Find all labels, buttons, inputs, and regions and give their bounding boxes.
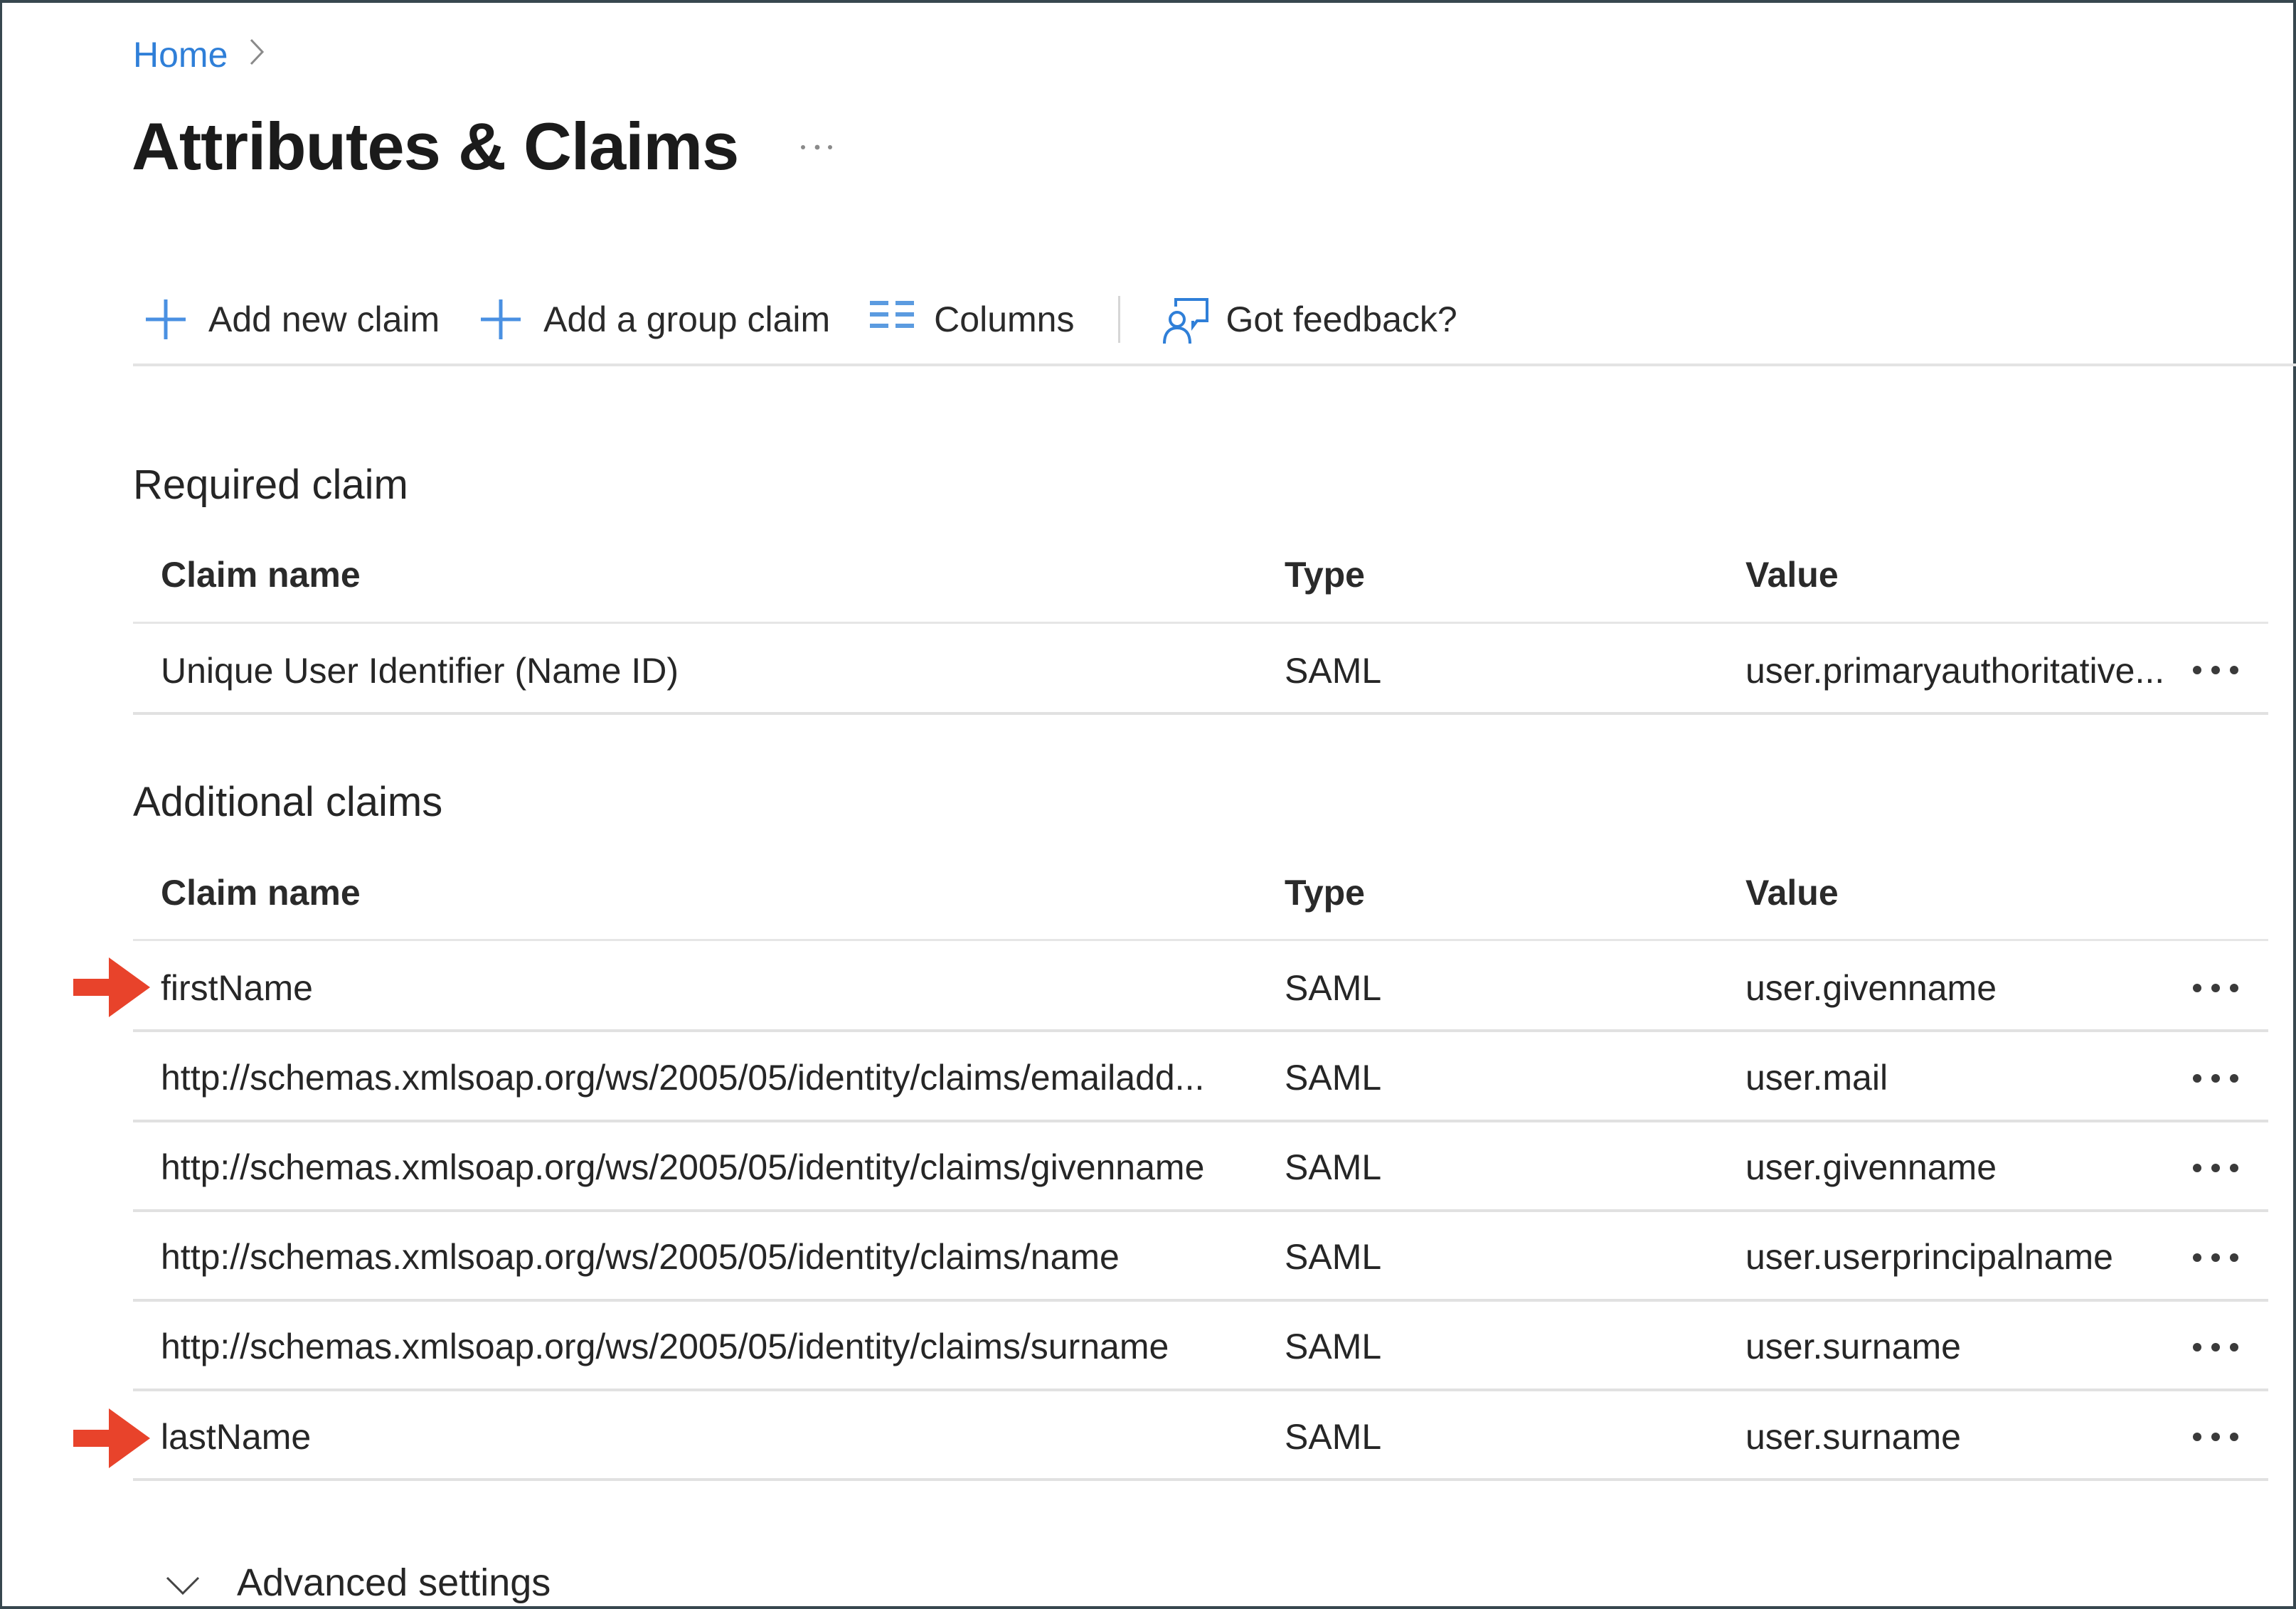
row-more-actions-icon[interactable]: [2193, 1161, 2243, 1175]
page-title: Attributes & Claims: [132, 109, 739, 184]
claim-type-cell: SAML: [1285, 968, 1382, 1008]
ellipsis-icon[interactable]: [797, 128, 840, 160]
claim-type-cell: SAML: [1285, 1237, 1382, 1277]
claim-name-cell: Unique User Identifier (Name ID): [161, 651, 679, 691]
command-bar: Add new claim Add a group claim Columns: [144, 287, 1497, 351]
breadcrumb-home-link[interactable]: Home: [133, 34, 228, 75]
row-more-actions-icon[interactable]: [2193, 981, 2243, 995]
row-more-actions-icon[interactable]: [2193, 1340, 2243, 1354]
column-header-value[interactable]: Value: [1745, 554, 1839, 595]
column-header-type[interactable]: Type: [1285, 554, 1365, 595]
feedback-button[interactable]: Got feedback?: [1162, 298, 1457, 344]
chevron-right-icon: [249, 36, 265, 74]
columns-button[interactable]: Columns: [870, 298, 1074, 341]
row-more-actions-icon[interactable]: [2193, 663, 2243, 677]
annotation-arrow-icon: [73, 1408, 150, 1468]
claim-name-cell: lastName: [161, 1417, 312, 1457]
claim-type-cell: SAML: [1285, 1327, 1382, 1366]
row-divider: [133, 1299, 2268, 1302]
row-divider: [133, 1209, 2268, 1212]
advanced-settings-toggle[interactable]: Advanced settings: [166, 1561, 551, 1605]
breadcrumb: Home: [133, 34, 265, 75]
row-more-actions-icon[interactable]: [2193, 1250, 2243, 1265]
row-more-actions-icon[interactable]: [2193, 1071, 2243, 1085]
plus-icon: [479, 298, 522, 341]
column-header-claim-name[interactable]: Claim name: [161, 554, 361, 595]
claim-type-cell: SAML: [1285, 1417, 1382, 1457]
required-claim-heading: Required claim: [133, 462, 408, 508]
claim-name-cell: http://schemas.xmlsoap.org/ws/2005/05/id…: [161, 1147, 1205, 1187]
claim-type-cell: SAML: [1285, 1058, 1382, 1098]
add-group-claim-label: Add a group claim: [543, 299, 831, 339]
claim-name-cell: http://schemas.xmlsoap.org/ws/2005/05/id…: [161, 1237, 1120, 1277]
claim-name-cell: http://schemas.xmlsoap.org/ws/2005/05/id…: [161, 1058, 1205, 1098]
claim-type-cell: SAML: [1285, 651, 1382, 691]
row-divider: [133, 1029, 2268, 1032]
add-group-claim-button[interactable]: Add a group claim: [479, 298, 830, 341]
claim-type-cell: SAML: [1285, 1147, 1382, 1187]
claim-value-cell: user.primaryauthoritative...: [1745, 651, 2165, 691]
advanced-settings-label: Advanced settings: [237, 1561, 551, 1604]
row-divider: [133, 1388, 2268, 1391]
claim-name-cell: firstName: [161, 968, 313, 1008]
additional-claims-heading: Additional claims: [133, 779, 443, 825]
add-new-claim-button[interactable]: Add new claim: [144, 298, 440, 341]
claim-value-cell: user.mail: [1745, 1058, 1888, 1098]
claim-value-cell: user.surname: [1745, 1417, 1961, 1457]
header-divider: [133, 622, 2268, 624]
add-new-claim-label: Add new claim: [208, 299, 440, 339]
row-more-actions-icon[interactable]: [2193, 1430, 2243, 1444]
claim-value-cell: user.surname: [1745, 1327, 1961, 1366]
columns-icon: [870, 298, 915, 341]
annotation-arrow-icon: [73, 957, 150, 1017]
claim-name-cell: http://schemas.xmlsoap.org/ws/2005/05/id…: [161, 1327, 1169, 1366]
header-divider: [133, 939, 2268, 941]
page-frame: Home Attributes & Claims Add new claim A…: [0, 0, 2296, 1609]
claim-value-cell: user.givenname: [1745, 968, 1997, 1008]
feedback-icon: [1162, 298, 1209, 344]
row-divider: [133, 1120, 2268, 1122]
row-divider: [133, 712, 2268, 715]
claim-value-cell: user.userprincipalname: [1745, 1237, 2113, 1277]
column-header-type[interactable]: Type: [1285, 872, 1365, 913]
column-header-claim-name[interactable]: Claim name: [161, 872, 361, 913]
toolbar-divider-line: [133, 363, 2296, 366]
claim-value-cell: user.givenname: [1745, 1147, 1997, 1187]
toolbar-divider: [1118, 296, 1121, 343]
column-header-value[interactable]: Value: [1745, 872, 1839, 913]
chevron-down-icon: [166, 1561, 200, 1605]
row-divider: [133, 1478, 2268, 1481]
feedback-label: Got feedback?: [1226, 299, 1457, 339]
columns-label: Columns: [934, 299, 1075, 339]
plus-icon: [144, 298, 187, 341]
